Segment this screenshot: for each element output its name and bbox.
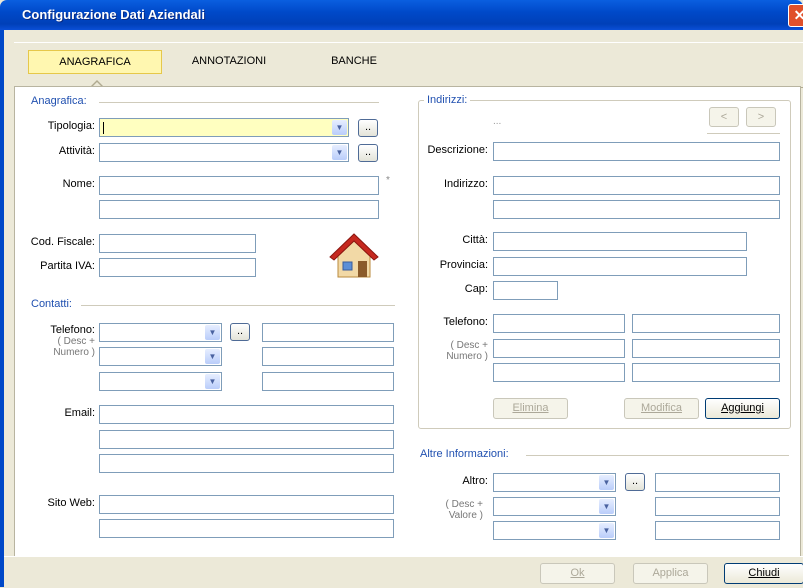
altro-value-3[interactable]	[655, 521, 780, 540]
telefono-desc-select-1[interactable]: ▼	[99, 323, 222, 342]
section-anagrafica: Anagrafica:	[31, 95, 87, 107]
next-address-button[interactable]: >	[746, 107, 776, 127]
tab-annotazioni[interactable]: ANNOTAZIONI	[174, 50, 284, 72]
chevron-down-icon: ▼	[599, 499, 614, 514]
telefono-number-3[interactable]	[262, 372, 394, 391]
altro-hint: ( Desc + Valore )	[445, 499, 483, 521]
telefono-hint: ( Desc + Numero )	[53, 336, 95, 358]
telefono-more-button[interactable]: ..	[230, 323, 250, 341]
footer-bar: Ok Applica Chiudi	[4, 556, 803, 588]
form-panel: Anagrafica: Tipologia: ▼ .. Attività: ▼ …	[14, 86, 801, 588]
telefono-label: Telefono:	[50, 324, 95, 336]
tipologia-select[interactable]: ▼	[99, 118, 349, 137]
tipologia-more-button[interactable]: ..	[358, 119, 378, 137]
altro-more-button[interactable]: ..	[625, 473, 645, 491]
address-counter: ...	[493, 116, 502, 127]
telefono-desc-select-3[interactable]: ▼	[99, 372, 222, 391]
dialog-content: ANAGRAFICA ANNOTAZIONI BANCHE Anagrafica…	[4, 30, 803, 588]
altro-desc-select-2[interactable]: ▼	[493, 497, 616, 516]
elimina-button[interactable]: Elimina	[493, 398, 568, 419]
title-bar: Configurazione Dati Aziendali ✕	[0, 0, 803, 30]
indirizzo-field-2[interactable]	[493, 200, 780, 219]
email-label: Email:	[64, 407, 95, 419]
email-field-1[interactable]	[99, 405, 394, 424]
altro-label: Altro:	[462, 475, 488, 487]
sito-web-field-2[interactable]	[99, 519, 394, 538]
nome-label: Nome:	[62, 178, 95, 190]
cap-field[interactable]	[493, 281, 558, 300]
cod-fiscale-field[interactable]	[99, 234, 256, 253]
aggiungi-button[interactable]: Aggiungi	[705, 398, 780, 419]
prev-address-button[interactable]: <	[709, 107, 739, 127]
chevron-down-icon: ▼	[205, 374, 220, 389]
indirizzo-telefono-desc-3[interactable]	[493, 363, 625, 382]
telefono-number-1[interactable]	[262, 323, 394, 342]
altro-value-1[interactable]	[655, 473, 780, 492]
chevron-down-icon: ▼	[205, 325, 220, 340]
citta-label: Città:	[462, 234, 488, 246]
chiudi-button[interactable]: Chiudi	[724, 563, 803, 584]
nome-field-2[interactable]	[99, 200, 379, 219]
section-contatti: Contatti:	[31, 298, 72, 310]
attivita-select[interactable]: ▼	[99, 143, 349, 162]
indirizzo-telefono-label: Telefono:	[443, 316, 488, 328]
citta-field[interactable]	[493, 232, 747, 251]
altro-value-2[interactable]	[655, 497, 780, 516]
telefono-number-2[interactable]	[262, 347, 394, 366]
tipologia-label: Tipologia:	[47, 120, 95, 132]
chevron-down-icon: ▼	[599, 523, 614, 538]
email-field-3[interactable]	[99, 454, 394, 473]
altro-desc-select-1[interactable]: ▼	[493, 473, 616, 492]
indirizzo-telefono-num-1[interactable]	[632, 314, 780, 333]
house-icon	[329, 233, 379, 278]
email-field-2[interactable]	[99, 430, 394, 449]
nome-field[interactable]	[99, 176, 379, 195]
chevron-down-icon: ▼	[599, 475, 614, 490]
indirizzo-telefono-desc-1[interactable]	[493, 314, 625, 333]
indirizzo-telefono-num-2[interactable]	[632, 339, 780, 358]
ok-button[interactable]: Ok	[540, 563, 615, 584]
chevron-down-icon: ▼	[332, 120, 347, 135]
indirizzo-label: Indirizzo:	[443, 178, 488, 190]
tab-anagrafica[interactable]: ANAGRAFICA	[28, 50, 162, 74]
close-button[interactable]: ✕	[788, 4, 803, 27]
provincia-field[interactable]	[493, 257, 747, 276]
cap-label: Cap:	[464, 283, 488, 295]
chevron-down-icon: ▼	[332, 145, 347, 160]
required-mark: *	[386, 175, 390, 186]
tab-banche[interactable]: BANCHE	[314, 50, 394, 72]
section-altre-informazioni: Altre Informazioni:	[420, 448, 509, 460]
sito-web-field-1[interactable]	[99, 495, 394, 514]
indirizzo-field-1[interactable]	[493, 176, 780, 195]
descrizione-label: Descrizione:	[427, 144, 488, 156]
altro-desc-select-3[interactable]: ▼	[493, 521, 616, 540]
partita-iva-field[interactable]	[99, 258, 256, 277]
indirizzo-telefono-num-3[interactable]	[632, 363, 780, 382]
applica-button[interactable]: Applica	[633, 563, 708, 584]
modifica-button[interactable]: Modifica	[624, 398, 699, 419]
indirizzo-telefono-hint: ( Desc + Numero )	[446, 340, 488, 362]
sito-web-label: Sito Web:	[47, 497, 96, 509]
attivita-more-button[interactable]: ..	[358, 144, 378, 162]
provincia-label: Provincia:	[439, 259, 488, 271]
cod-fiscale-label: Cod. Fiscale:	[30, 236, 95, 248]
attivita-label: Attività:	[58, 145, 95, 157]
telefono-desc-select-2[interactable]: ▼	[99, 347, 222, 366]
partita-iva-label: Partita IVA:	[40, 260, 95, 272]
window-title: Configurazione Dati Aziendali	[22, 7, 205, 22]
indirizzo-telefono-desc-2[interactable]	[493, 339, 625, 358]
descrizione-field[interactable]	[493, 142, 780, 161]
section-indirizzi: Indirizzi:	[424, 94, 471, 106]
chevron-down-icon: ▼	[205, 349, 220, 364]
